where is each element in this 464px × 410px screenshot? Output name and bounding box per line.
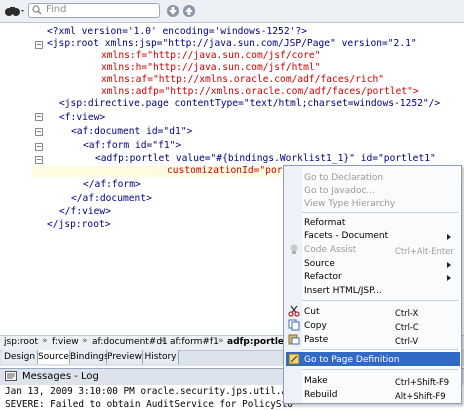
find-next-icon[interactable] — [166, 4, 180, 18]
breadcrumb-item[interactable]: jsp:root — [4, 337, 38, 347]
tab-bindings[interactable]: Bindings — [70, 350, 109, 364]
menu-item-make[interactable]: Make — [304, 376, 328, 386]
code-line: xmlns:h="http://java.sun.com/jsf/html" — [101, 62, 321, 73]
tab-design[interactable]: Design — [2, 350, 38, 364]
submenu-arrow-icon — [447, 275, 451, 281]
menu-item-refactor[interactable]: Refactor — [304, 272, 342, 282]
menu-separator — [302, 369, 458, 370]
code-line: xmlns:af="http://xmlns.oracle.com/adf/fa… — [101, 74, 385, 85]
code-line: <f:view> — [59, 112, 106, 123]
menu-separator — [302, 212, 458, 213]
find-previous-icon[interactable] — [182, 4, 196, 18]
fold-toggle-icon[interactable]: − — [35, 128, 43, 136]
lightbulb-icon — [289, 244, 299, 255]
fold-toggle-icon[interactable]: − — [35, 156, 43, 164]
paste-icon — [288, 333, 300, 345]
breadcrumb-separator: » — [42, 336, 48, 346]
binoculars-icon[interactable] — [4, 4, 26, 18]
page-definition-icon — [288, 353, 300, 365]
breadcrumb-item[interactable]: af:document#d1 — [92, 337, 168, 347]
menu-item-cut[interactable]: Cut — [304, 307, 320, 317]
shortcut-make: Ctrl+Shift-F9 — [395, 377, 450, 387]
code-line: <jsp:root xmlns:jsp="http://java.sun.com… — [47, 38, 417, 49]
shortcut-code-assist: Ctrl+Alt-Enter — [395, 246, 454, 256]
breadcrumb-separator: » — [218, 336, 224, 346]
shortcut-rebuild: Alt+Shift-F9 — [395, 391, 446, 401]
log-line: SEVERE: Failed to obtain AuditService fo… — [5, 399, 293, 410]
log-line: Jan 13, 2009 3:10:00 PM oracle.security.… — [5, 386, 299, 397]
menu-separator — [302, 300, 458, 301]
menu-item-view-type-hierarchy[interactable]: View Type Hierarchy — [304, 199, 395, 209]
scissors-icon — [288, 305, 300, 317]
breadcrumb-item[interactable]: f:view — [52, 337, 79, 347]
code-line: </jsp:root> — [47, 219, 111, 230]
breadcrumb-separator: » — [160, 336, 166, 346]
shortcut-cut: Ctrl-X — [395, 308, 419, 318]
search-icon — [32, 5, 42, 15]
fold-toggle-icon[interactable]: − — [35, 113, 43, 121]
code-line: <?xml version='1.0' encoding='windows-12… — [47, 26, 307, 37]
menu-item-go-to-javadoc[interactable]: Go to Javadoc... — [304, 186, 375, 196]
tab-preview[interactable]: Preview — [107, 350, 143, 364]
menu-item-reformat[interactable]: Reformat — [304, 218, 345, 228]
find-placeholder: Find — [46, 4, 67, 15]
code-line: customizationId="portl — [167, 165, 295, 176]
breadcrumb-item[interactable]: af:form#f1 — [170, 337, 219, 347]
menu-separator — [302, 349, 458, 350]
code-line: </af:document> — [71, 193, 152, 204]
menu-item-copy[interactable]: Copy — [304, 321, 327, 331]
messages-title: Messages - Log — [22, 371, 99, 382]
context-menu-icon-column — [284, 166, 302, 403]
code-line: </af:form> — [83, 179, 141, 190]
messages-icon — [5, 371, 17, 381]
submenu-arrow-icon — [447, 262, 451, 268]
breadcrumb-separator: » — [82, 336, 88, 346]
code-line: <adfp:portlet value="#{bindings.Worklist… — [95, 153, 436, 164]
tab-source[interactable]: Source — [38, 350, 70, 364]
menu-item-go-to-page-definition[interactable]: Go to Page Definition — [304, 355, 399, 365]
shortcut-paste: Ctrl-V — [395, 336, 419, 346]
code-line: <af:form id="f1"> — [83, 140, 182, 151]
menu-item-paste[interactable]: Paste — [304, 335, 328, 345]
code-line: xmlns:adfp="http://xmlns.oracle.com/adf/… — [101, 86, 419, 97]
copy-icon — [288, 319, 300, 331]
code-line: xmlns:f="http://java.sun.com/jsf/core" — [101, 50, 321, 61]
menu-item-go-to-declaration[interactable]: Go to Declaration — [304, 173, 383, 183]
fold-toggle-icon[interactable]: − — [35, 41, 43, 49]
code-line: </f:view> — [59, 206, 111, 217]
menu-item-insert-html-jsp[interactable]: Insert HTML/JSP... — [304, 286, 382, 296]
code-line: <af:document id="d1"> — [71, 126, 193, 137]
menu-item-facets-document[interactable]: Facets - Document — [304, 231, 388, 241]
menu-item-source[interactable]: Source — [304, 259, 335, 269]
tab-history[interactable]: History — [143, 350, 179, 364]
menu-item-rebuild[interactable]: Rebuild — [304, 390, 338, 400]
fold-toggle-icon[interactable]: − — [35, 143, 43, 151]
menu-item-code-assist[interactable]: Code Assist — [304, 245, 356, 255]
shortcut-copy: Ctrl-C — [395, 322, 419, 332]
code-line: <jsp:directive.page contentType="text/ht… — [59, 98, 441, 109]
submenu-arrow-icon — [447, 234, 451, 240]
